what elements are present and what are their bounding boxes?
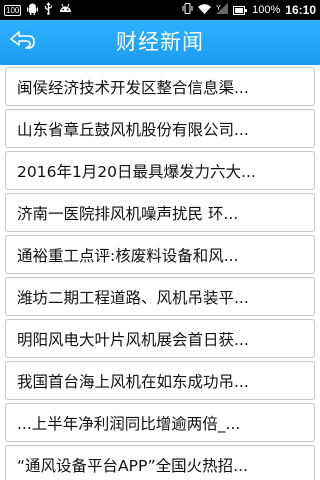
status-bar-left: 100 bbox=[4, 2, 72, 18]
clock: 16:10 bbox=[285, 3, 316, 17]
status-bar-right: Y 100% 16:10 bbox=[182, 3, 316, 17]
news-headline: “通风设备平台APP”全国火热招... bbox=[17, 456, 248, 475]
news-headline: 闽侯经济技术开发区整合信息渠... bbox=[17, 78, 249, 97]
news-headline: 济南一医院排风机噪声扰民 环... bbox=[17, 204, 239, 223]
news-headline: ...上半年净利润同比增逾两倍_... bbox=[17, 414, 241, 433]
status-bar: 100 Y 100% 16:10 bbox=[0, 0, 320, 20]
news-item[interactable]: 2016年1月20日最具爆发力六大... bbox=[5, 151, 315, 190]
news-headline: 潍坊二期工程道路、风机吊装平... bbox=[17, 288, 249, 307]
vibrate-icon bbox=[182, 3, 193, 17]
news-headline: 我国首台海上风机在如东成功吊... bbox=[17, 372, 249, 391]
notification-badge: 100 bbox=[4, 4, 22, 16]
page-title: 财经新闻 bbox=[116, 30, 204, 54]
news-headline: 明阳风电大叶片风机展会首日获... bbox=[17, 330, 249, 349]
wifi-icon bbox=[198, 3, 212, 17]
news-item[interactable]: ...上半年净利润同比增逾两倍_... bbox=[5, 403, 315, 442]
news-item[interactable]: 明阳风电大叶片风机展会首日获... bbox=[5, 319, 315, 358]
battery-percent: 100% bbox=[252, 4, 281, 16]
news-item[interactable]: 潍坊二期工程道路、风机吊装平... bbox=[5, 277, 315, 316]
svg-text:Y: Y bbox=[216, 5, 221, 12]
android-icon bbox=[27, 3, 39, 18]
news-item[interactable]: 济南一医院排风机噪声扰民 环... bbox=[5, 193, 315, 232]
news-headline: 2016年1月20日最具爆发力六大... bbox=[17, 162, 256, 181]
news-item[interactable]: 山东省章丘鼓风机股份有限公司... bbox=[5, 109, 315, 148]
android-debug-icon bbox=[59, 3, 72, 17]
news-item[interactable]: “通风设备平台APP”全国火热招... bbox=[5, 445, 315, 480]
news-item[interactable]: 通裕重工点评:核废料设备和风... bbox=[5, 235, 315, 274]
battery-icon bbox=[233, 5, 248, 15]
news-headline: 通裕重工点评:核废料设备和风... bbox=[17, 246, 239, 265]
usb-icon bbox=[44, 2, 53, 18]
title-bar: 财经新闻 bbox=[0, 20, 320, 65]
news-headline: 山东省章丘鼓风机股份有限公司... bbox=[17, 120, 249, 139]
news-list: 闽侯经济技术开发区整合信息渠... 山东省章丘鼓风机股份有限公司... 2016… bbox=[0, 65, 320, 480]
news-item[interactable]: 我国首台海上风机在如东成功吊... bbox=[5, 361, 315, 400]
no-signal-icon: Y bbox=[216, 3, 229, 17]
news-item[interactable]: 闽侯经济技术开发区整合信息渠... bbox=[5, 67, 315, 106]
